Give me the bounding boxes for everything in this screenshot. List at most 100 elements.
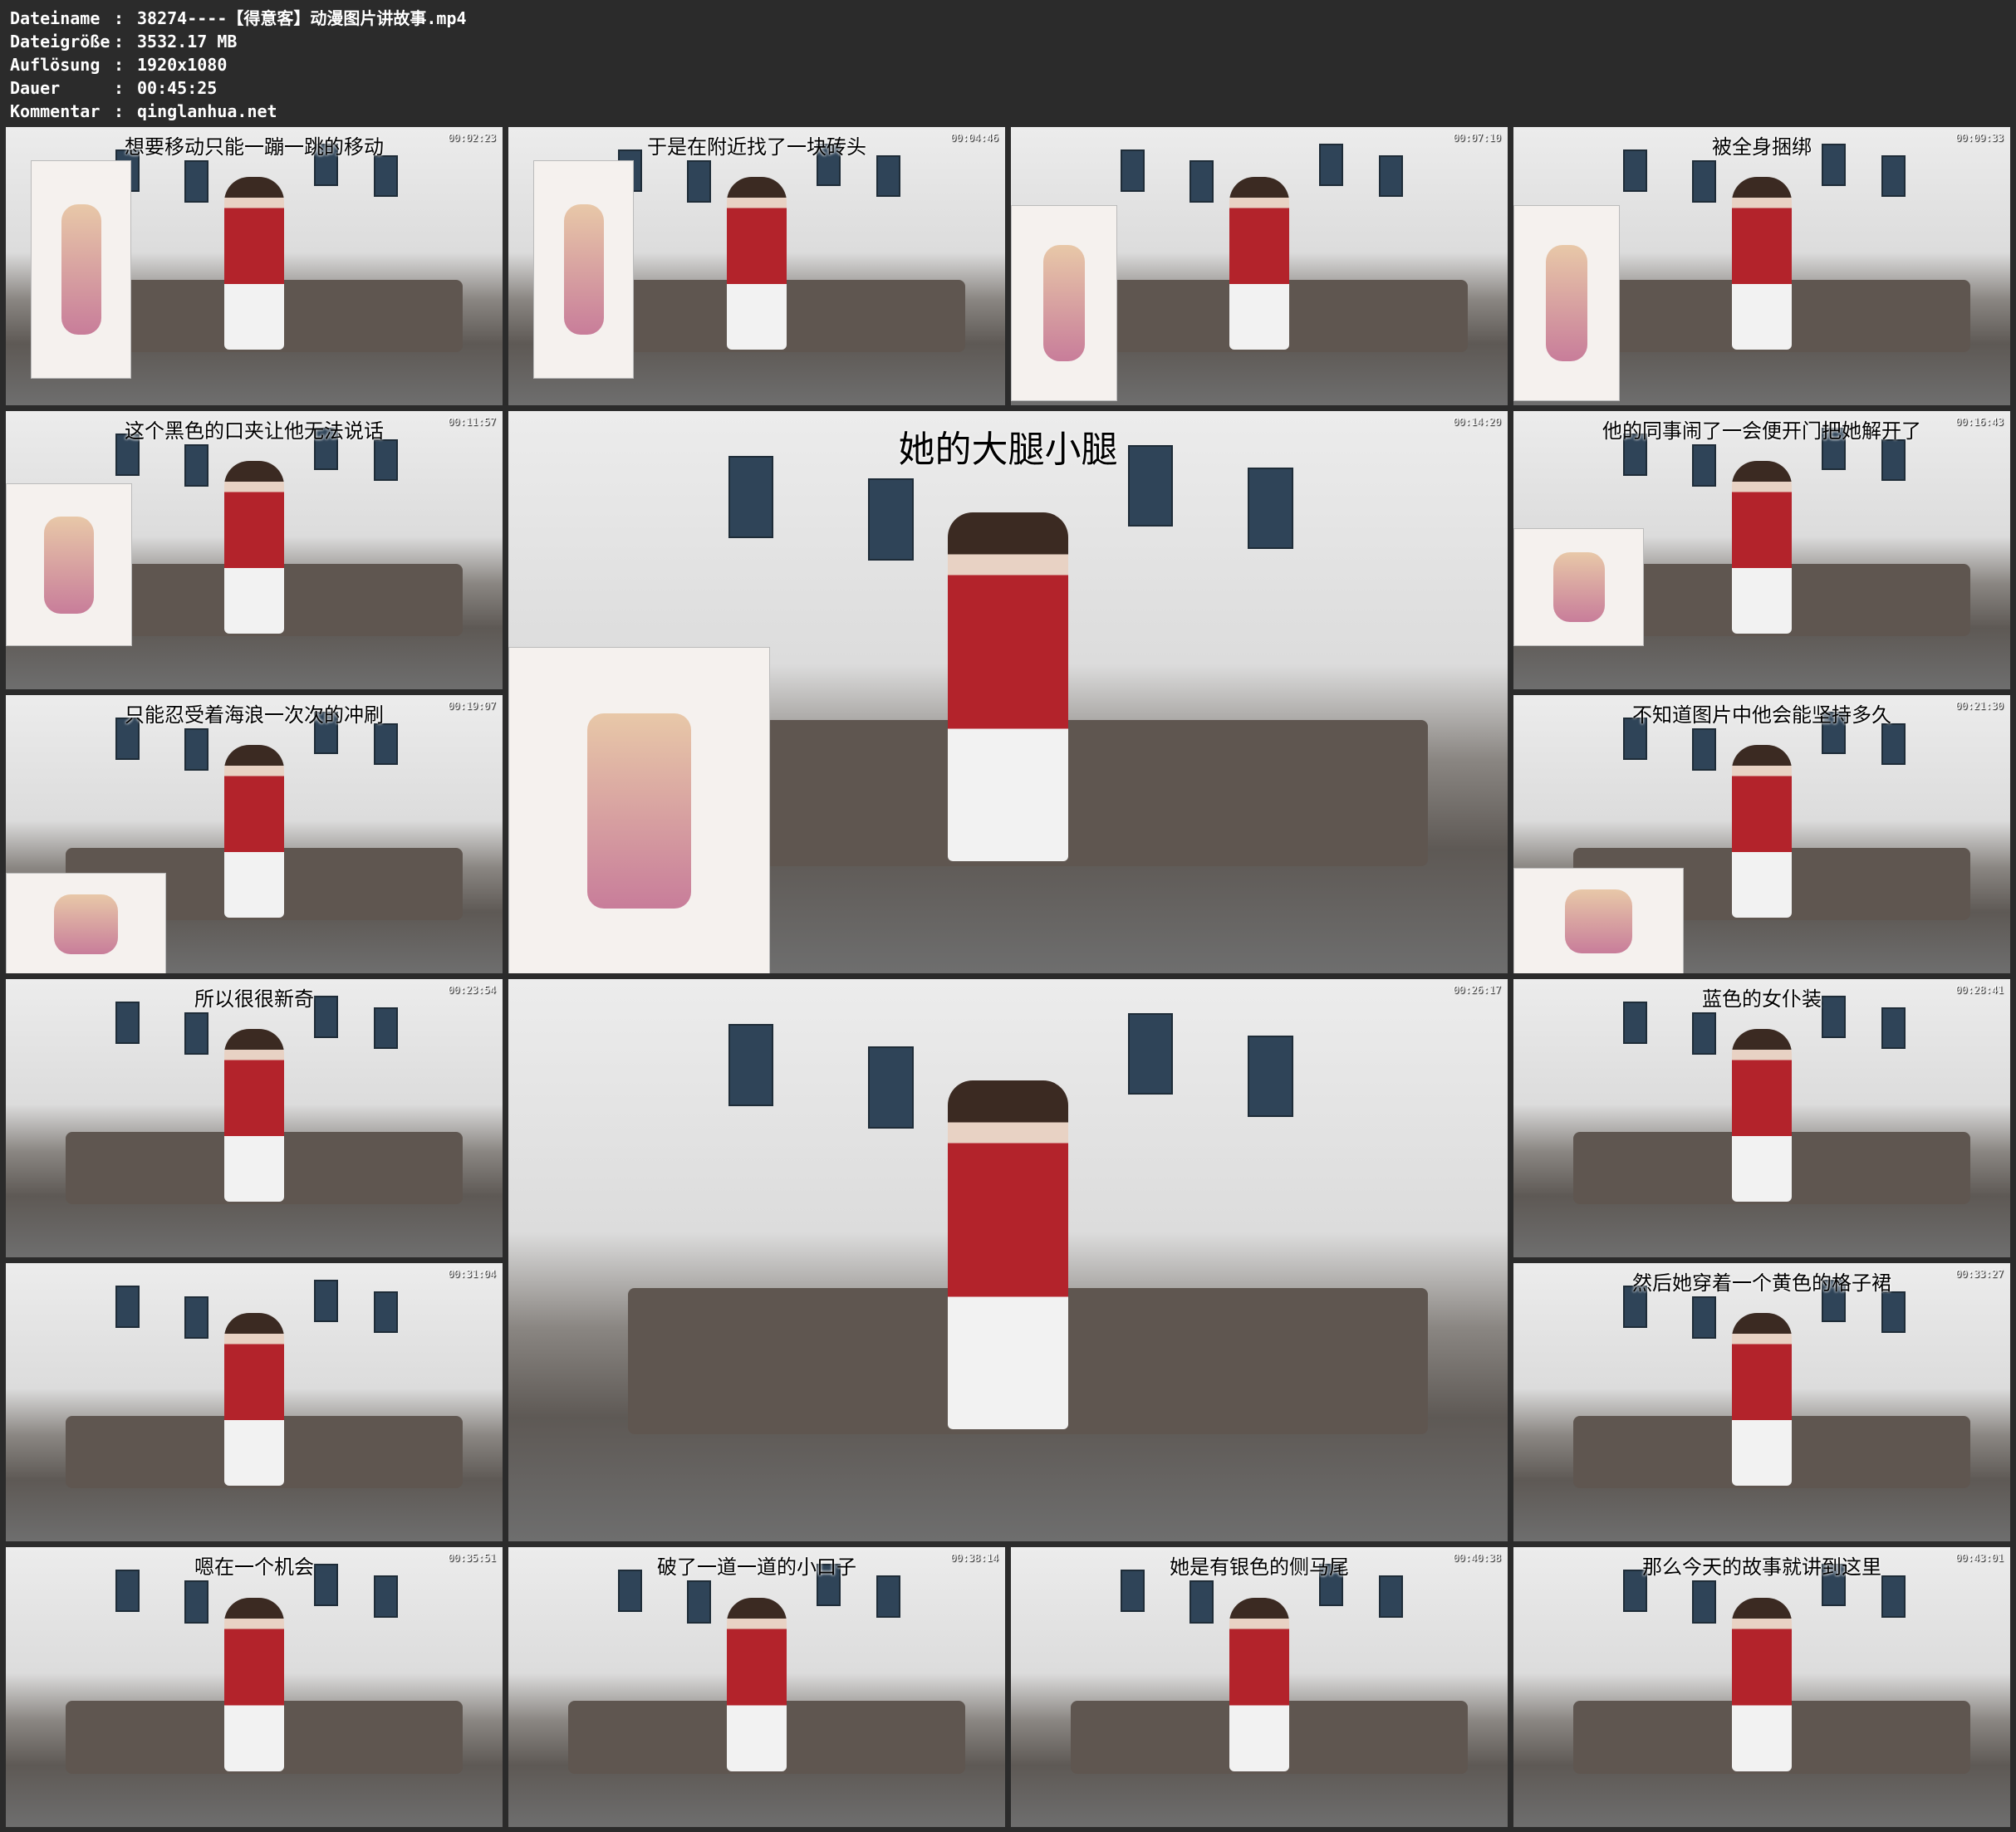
wall-poster	[1692, 444, 1717, 487]
wall-poster	[1692, 1296, 1717, 1340]
meta-row-filesize: Dateigröße:3532.17 MB	[10, 32, 238, 51]
video-thumbnail[interactable]: 想要移动只能一蹦一跳的移动 00:02:23	[6, 127, 503, 405]
timestamp-label: 00:43:01	[1955, 1552, 2004, 1564]
wall-poster	[1318, 144, 1343, 186]
anime-inset-image	[6, 873, 167, 973]
anime-inset-image	[1011, 204, 1117, 402]
meta-row-resolution: Auflösung:1920x1080	[10, 55, 228, 75]
wall-poster	[687, 160, 712, 203]
wall-poster	[1248, 1035, 1293, 1118]
wall-poster	[876, 1575, 900, 1618]
video-thumbnail[interactable]: 她的大腿小腿 00:14:20	[508, 411, 1508, 973]
subtitle-caption: 于是在附近找了一块砖头	[647, 135, 866, 159]
anime-inset-image	[532, 160, 635, 380]
video-thumbnail[interactable]: 被全身捆绑 00:09:33	[1513, 127, 2010, 405]
timestamp-label: 00:21:30	[1955, 700, 2004, 712]
wall-poster	[373, 438, 398, 482]
person-figure	[224, 1029, 284, 1202]
wall-poster	[868, 478, 914, 561]
wall-poster	[1692, 728, 1717, 771]
wall-poster	[1189, 160, 1214, 203]
person-figure	[1732, 177, 1792, 350]
video-thumbnail[interactable]: 不知道图片中他会能坚持多久 00:21:30	[1513, 695, 2010, 973]
file-metadata: Dateiname:38274----【得意客】动漫图片讲故事.mp4 Date…	[10, 7, 467, 123]
wall-poster	[1881, 154, 1906, 198]
person-figure	[1732, 461, 1792, 634]
anime-inset-image	[508, 647, 770, 973]
wall-poster	[373, 723, 398, 766]
video-thumbnail[interactable]: 她是有银色的侧马尾 00:40:38	[1011, 1547, 1508, 1827]
subtitle-caption: 她的大腿小腿	[898, 429, 1118, 471]
video-thumbnail[interactable]: 他的同事闹了一会便开门把她解开了 00:16:43	[1513, 411, 2010, 689]
video-thumbnail[interactable]: 然后她穿着一个黄色的格子裙 00:33:27	[1513, 1263, 2010, 1541]
wall-poster	[115, 1285, 140, 1328]
wall-poster	[313, 1280, 338, 1322]
wall-poster	[1378, 1575, 1403, 1618]
video-thumbnail[interactable]: 所以很很新奇 00:23:54	[6, 979, 503, 1257]
anime-inset-image	[6, 483, 132, 647]
timestamp-label: 00:09:33	[1955, 132, 2004, 144]
person-figure	[1732, 1029, 1792, 1202]
meta-row-filename: Dateiname:38274----【得意客】动漫图片讲故事.mp4	[10, 8, 467, 28]
wall-poster	[373, 1575, 398, 1618]
video-thumbnail[interactable]: 那么今天的故事就讲到这里 00:43:01	[1513, 1547, 2010, 1827]
timestamp-label: 00:04:46	[950, 132, 998, 144]
video-thumbnail[interactable]: 蓝色的女仆装 00:28:41	[1513, 979, 2010, 1257]
person-figure	[1732, 1313, 1792, 1486]
wall-poster	[373, 1007, 398, 1050]
subtitle-caption: 那么今天的故事就讲到这里	[1642, 1555, 1881, 1579]
wall-poster	[1881, 1007, 1906, 1050]
wall-poster	[373, 1291, 398, 1334]
meta-row-duration: Dauer:00:45:25	[10, 78, 218, 98]
video-thumbnail[interactable]: 00:31:04	[6, 1263, 503, 1541]
wall-poster	[1692, 1580, 1717, 1624]
wall-poster	[184, 1580, 209, 1624]
wall-poster	[1378, 154, 1403, 198]
person-figure	[1732, 745, 1792, 918]
subtitle-caption: 嗯在一个机会	[194, 1555, 314, 1579]
video-thumbnail[interactable]: 这个黑色的口夹让他无法说话 00:11:57	[6, 411, 503, 689]
video-thumbnail[interactable]: 嗯在一个机会 00:35:51	[6, 1547, 503, 1827]
subtitle-caption: 不知道图片中他会能坚持多久	[1632, 703, 1891, 727]
timestamp-label: 00:11:57	[448, 416, 496, 428]
person-figure	[948, 1080, 1068, 1429]
wall-poster	[1120, 149, 1145, 192]
anime-inset-image	[1513, 204, 1620, 402]
wall-poster	[1881, 1575, 1906, 1618]
wall-poster	[876, 154, 900, 198]
person-figure	[1229, 1597, 1289, 1771]
timestamp-label: 00:28:41	[1955, 984, 2004, 996]
subtitle-caption: 被全身捆绑	[1712, 135, 1812, 159]
subtitle-caption: 他的同事闹了一会便开门把她解开了	[1602, 419, 1921, 443]
wall-poster	[1881, 438, 1906, 482]
person-figure	[224, 1313, 284, 1486]
person-figure	[948, 512, 1068, 861]
video-thumbnail[interactable]: 00:26:17	[508, 979, 1508, 1541]
subtitle-caption: 然后她穿着一个黄色的格子裙	[1632, 1271, 1891, 1295]
person-figure	[224, 177, 284, 350]
timestamp-label: 00:26:17	[1453, 984, 1501, 996]
video-thumbnail[interactable]: 破了一道一道的小口子 00:38:14	[508, 1547, 1005, 1827]
wall-poster	[1692, 160, 1717, 203]
video-thumbnail[interactable]: 只能忍受着海浪一次次的冲刷 00:19:07	[6, 695, 503, 973]
person-figure	[1732, 1597, 1792, 1771]
timestamp-label: 00:19:07	[448, 700, 496, 712]
video-thumbnail[interactable]: 于是在附近找了一块砖头 00:04:46	[508, 127, 1005, 405]
wall-poster	[184, 1296, 209, 1340]
wall-poster	[1189, 1580, 1214, 1624]
wall-poster	[1881, 723, 1906, 766]
subtitle-caption: 蓝色的女仆装	[1702, 987, 1822, 1011]
wall-poster	[1127, 1012, 1174, 1095]
video-thumbnail[interactable]: 00:07:10	[1011, 127, 1508, 405]
wall-poster	[728, 1024, 774, 1106]
wall-poster	[184, 160, 209, 203]
timestamp-label: 00:16:43	[1955, 416, 2004, 428]
person-figure	[224, 1597, 284, 1771]
timestamp-label: 00:38:14	[950, 1552, 998, 1564]
person-figure	[224, 745, 284, 918]
wall-poster	[687, 1580, 712, 1624]
wall-poster	[868, 1046, 914, 1129]
subtitle-caption: 这个黑色的口夹让他无法说话	[125, 419, 384, 443]
anime-inset-image	[1513, 867, 1685, 973]
subtitle-caption: 只能忍受着海浪一次次的冲刷	[125, 703, 384, 727]
